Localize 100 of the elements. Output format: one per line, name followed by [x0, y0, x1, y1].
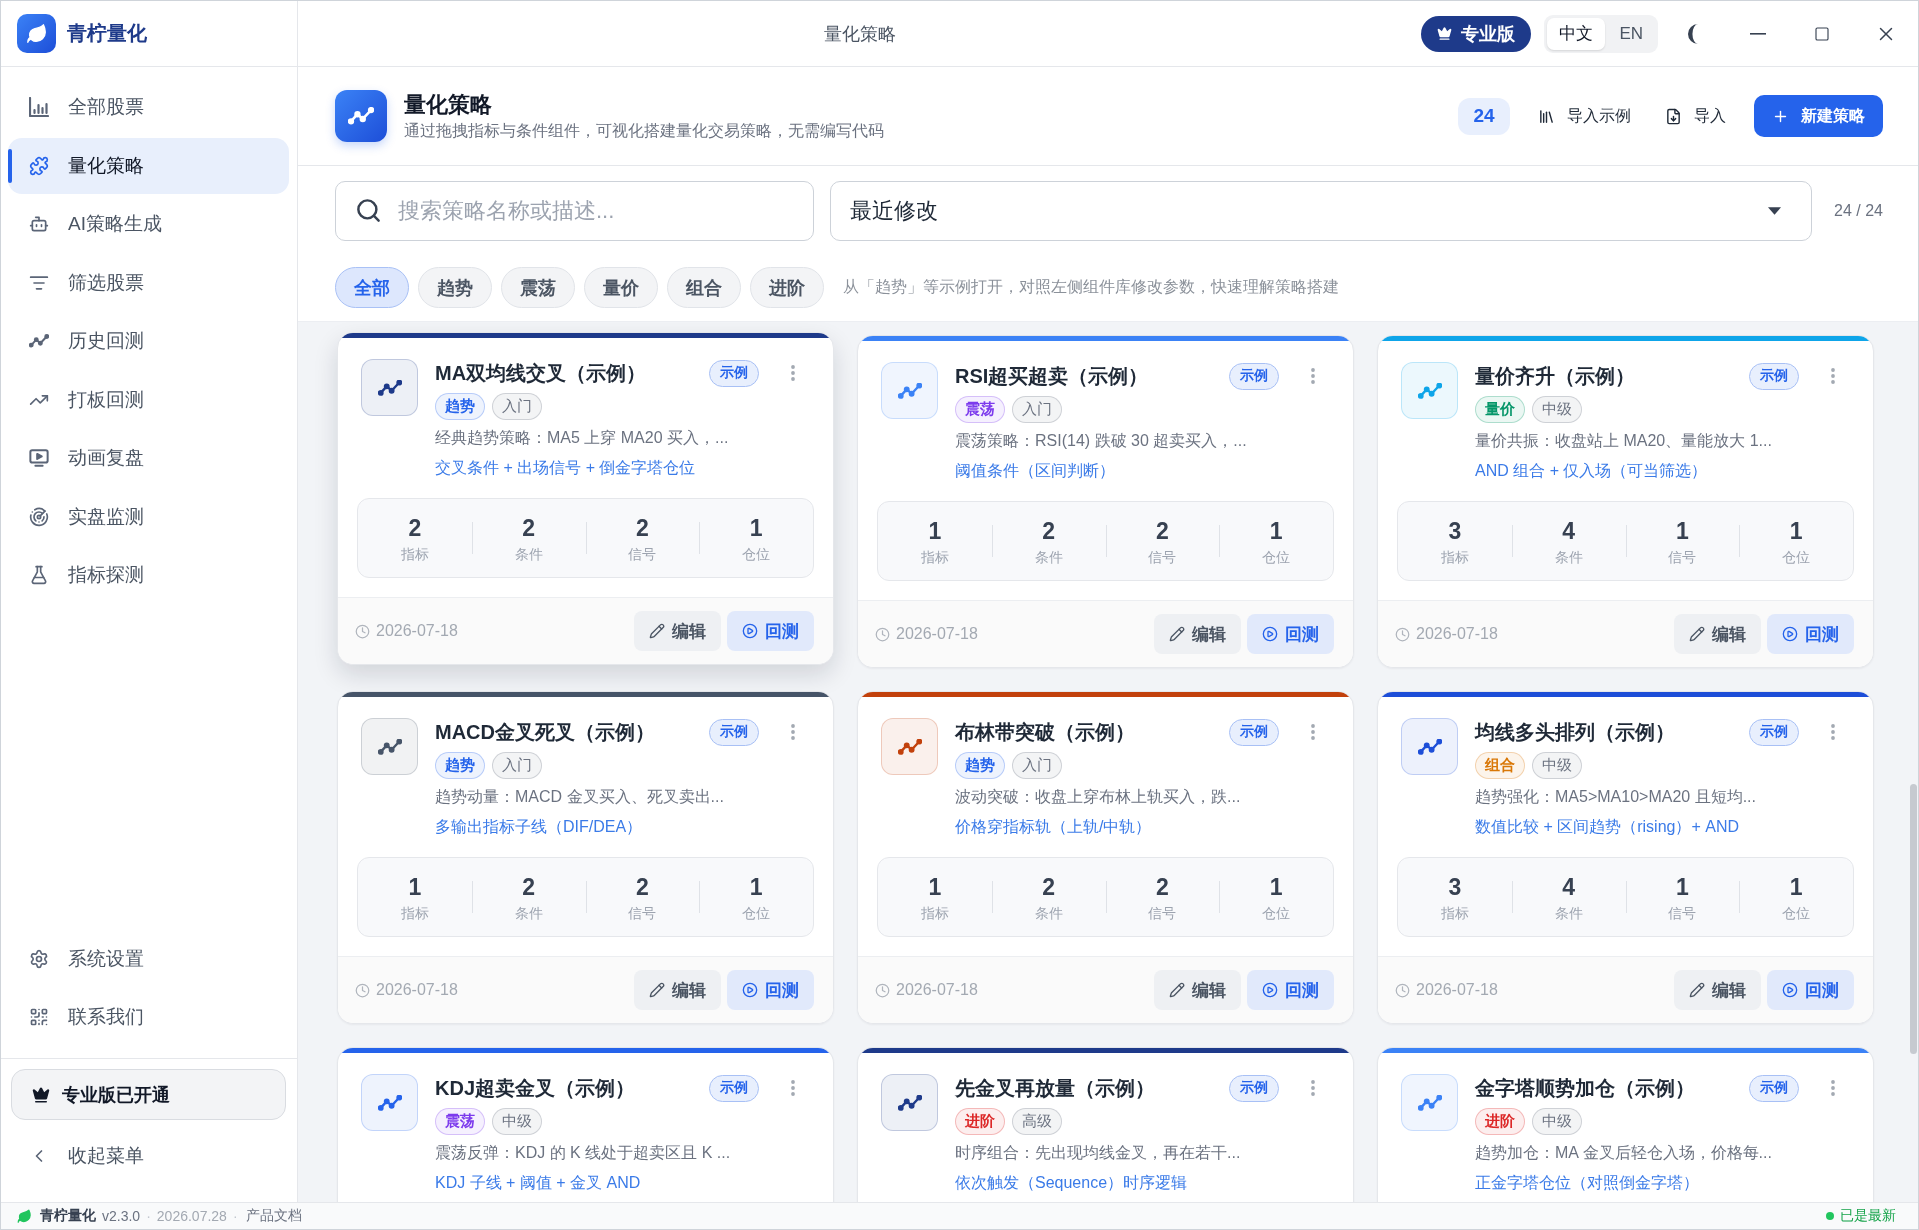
- stat-label: 仓位: [1782, 547, 1811, 566]
- strategy-title: KDJ超卖金叉（示例）: [435, 1075, 635, 1101]
- filter-chip[interactable]: 全部: [335, 267, 409, 308]
- edit-button[interactable]: 编辑: [1674, 970, 1761, 1010]
- clock-icon: [1395, 982, 1410, 998]
- window-title: 量化策略: [823, 22, 896, 46]
- category-tag: 进阶: [1475, 1108, 1525, 1135]
- vertical-dots-icon: [1831, 368, 1835, 384]
- backtest-button[interactable]: 回测: [727, 970, 814, 1010]
- import-examples-button[interactable]: 导入示例: [1532, 96, 1637, 136]
- search-field[interactable]: 搜索策略名称或描述...: [335, 181, 814, 241]
- filter-chip[interactable]: 震荡: [501, 267, 575, 308]
- backtest-button[interactable]: 回测: [1767, 970, 1854, 1010]
- stat-value: 2: [1155, 516, 1169, 545]
- settings-icon: [29, 949, 49, 969]
- strategy-card[interactable]: KDJ超卖金叉（示例） 示例 震荡 中级 震荡反弹：KDJ 的 K 线处于超卖区且 K ... KDJ 子线 + 阈值 + 金叉 AND: [337, 1047, 834, 1202]
- search-icon: [355, 197, 382, 224]
- updated-date: 2026-07-18: [896, 625, 978, 643]
- strategy-card[interactable]: 布林带突破（示例） 示例 趋势 入门 波动突破：收盘上穿布林上轨买入，跌... 价格穿指标轨（上轨/中轨） 1 指标 2 条件 2 信号 1 仓位 2026-07-18 编辑 回测: [857, 691, 1354, 1024]
- sidebar-item[interactable]: 系统设置: [8, 931, 289, 987]
- edit-button[interactable]: 编辑: [634, 611, 721, 651]
- stat-label: 条件: [1034, 903, 1063, 922]
- sidebar-item[interactable]: AI策略生成: [8, 196, 289, 252]
- category-tag: 震荡: [435, 1108, 485, 1135]
- sidebar-item[interactable]: 历史回测: [8, 313, 289, 369]
- filter-chip[interactable]: 趋势: [418, 267, 492, 308]
- play-circle-icon: [1262, 982, 1278, 998]
- stat-label: 条件: [514, 544, 543, 563]
- level-tag: 入门: [1012, 752, 1062, 779]
- stat-label: 信号: [1668, 903, 1697, 922]
- stat-value: 2: [1042, 872, 1055, 901]
- sidebar-item[interactable]: 实盘监测: [8, 488, 289, 545]
- strategy-title: 均线多头排列（示例）: [1475, 719, 1675, 745]
- leaf-logo-icon: [17, 14, 56, 53]
- backtest-button[interactable]: 回测: [727, 611, 814, 651]
- strategy-card[interactable]: 量价齐升（示例） 示例 量价 中级 量价共振：收盘站上 MA20、量能放大 1... AND 组合 + 仅入场（可当筛选） 3 指标 4 条件 1 信号 1 仓位 2026-07-18 编辑 回测: [1377, 335, 1874, 668]
- sidebar-item[interactable]: 全部股票: [8, 79, 289, 135]
- backtest-button[interactable]: 回测: [1247, 614, 1334, 654]
- edit-button[interactable]: 编辑: [634, 970, 721, 1010]
- moon-icon: [1688, 23, 1698, 44]
- sidebar-item[interactable]: 筛选股票: [8, 254, 289, 311]
- strategy-description: 震荡策略：RSI(14) 跌破 30 超卖买入，...: [955, 431, 1247, 451]
- pro-plan-button[interactable]: 专业版: [1421, 15, 1532, 52]
- strategy-card[interactable]: MACD金叉死叉（示例） 示例 趋势 入门 趋势动量：MACD 金叉买入、死叉卖出... 多输出指标子线（DIF/DEA） 1 指标 2 条件 2 信号 1 仓位 2026-07-18 编辑 回测: [337, 691, 834, 1024]
- language-option[interactable]: 中文: [1547, 17, 1606, 50]
- sidebar-item[interactable]: 打板回测: [8, 371, 289, 428]
- stat-value: 1: [1789, 516, 1803, 545]
- example-badge: 示例: [709, 1074, 759, 1102]
- component-summary: 交叉条件 + 出场信号 + 倒金字塔仓位: [435, 458, 696, 478]
- strategy-card[interactable]: 均线多头排列（示例） 示例 组合 中级 趋势强化：MA5>MA10>MA20 且短均... 数值比较 + 区间趋势（rising）+ AND 3 指标 4 条件 1 信号 1 仓位 2026-07-18 编辑 回测: [1377, 691, 1874, 1024]
- edit-button[interactable]: 编辑: [1154, 970, 1241, 1010]
- collapse-menu-button[interactable]: 收起菜单: [8, 1132, 289, 1180]
- stat-label: 指标: [1440, 903, 1469, 922]
- example-badge: 示例: [1229, 362, 1279, 390]
- stat-label: 指标: [400, 903, 429, 922]
- separator-dot: ·: [232, 1208, 238, 1224]
- pencil-icon: [1689, 626, 1705, 642]
- scrollbar-thumb[interactable]: [1910, 784, 1917, 1054]
- strategy-card[interactable]: MA双均线交叉（示例） 示例 趋势 入门 经典趋势策略：MA5 上穿 MA20 买入，... 交叉条件 + 出场信号 + 倒金字塔仓位 2 指标 2 条件 2 信号 1 仓位 2026-07-18 编辑 回测: [337, 332, 834, 665]
- pro-status-button[interactable]: 专业版已开通: [11, 1069, 286, 1120]
- sidebar-item[interactable]: 动画复盘: [8, 430, 289, 486]
- sidebar-item[interactable]: 指标探测: [8, 547, 289, 603]
- filter-chip[interactable]: 组合: [667, 267, 741, 308]
- edit-button[interactable]: 编辑: [1154, 614, 1241, 654]
- strategy-card[interactable]: 金字塔顺势加仓（示例） 示例 进阶 中级 趋势加仓：MA 金叉后轻仓入场，价格每... 正金字塔仓位（对照倒金字塔）: [1377, 1047, 1874, 1202]
- component-summary: 阈值条件（区间判断）: [955, 461, 1115, 481]
- strategy-description: 趋势加仓：MA 金叉后轻仓入场，价格每...: [1475, 1143, 1772, 1163]
- docs-link[interactable]: 产品文档: [245, 1207, 302, 1225]
- edit-button[interactable]: 编辑: [1674, 614, 1761, 654]
- sidebar-item[interactable]: 量化策略: [8, 137, 289, 194]
- strategy-description: 趋势强化：MA5>MA10>MA20 且短均...: [1475, 787, 1756, 807]
- sidebar-item[interactable]: 联系我们: [8, 989, 289, 1045]
- sort-select[interactable]: 最近修改: [830, 181, 1813, 241]
- strategy-card[interactable]: 先金叉再放量（示例） 示例 进阶 高级 时序组合：先出现均线金叉，再在若干... 依次触发（Sequence）时序逻辑: [857, 1047, 1354, 1202]
- minimize-icon: [1750, 32, 1766, 35]
- example-badge: 示例: [1749, 1074, 1799, 1102]
- bar-chart-icon: [29, 97, 49, 117]
- crown-icon: [1437, 26, 1453, 41]
- play-circle-icon: [742, 982, 758, 998]
- new-strategy-button[interactable]: 新建策略: [1754, 95, 1883, 137]
- backtest-button[interactable]: 回测: [1247, 970, 1334, 1010]
- filter-chip[interactable]: 进阶: [750, 267, 824, 308]
- status-dot-icon: [1826, 1212, 1834, 1220]
- pencil-icon: [649, 982, 665, 998]
- version-label: v2.3.0: [102, 1208, 141, 1224]
- stat-label: 条件: [514, 903, 543, 922]
- stat-value: 1: [1269, 872, 1283, 901]
- backtest-button[interactable]: 回测: [1767, 614, 1854, 654]
- example-badge: 示例: [1229, 718, 1279, 746]
- vertical-dots-icon: [791, 365, 795, 381]
- import-button[interactable]: 导入: [1659, 96, 1732, 136]
- stat-value: 3: [1448, 872, 1462, 901]
- monitor-play-icon: [29, 448, 49, 468]
- strategy-card[interactable]: RSI超买超卖（示例） 示例 震荡 入门 震荡策略：RSI(14) 跌破 30 超卖买入，... 阈值条件（区间判断） 1 指标 2 条件 2 信号 1 仓位 2026-07-18 编辑 回测: [857, 335, 1354, 668]
- play-circle-icon: [1782, 982, 1798, 998]
- active-indicator: [8, 148, 12, 183]
- stat-label: 指标: [920, 547, 949, 566]
- pencil-icon: [1169, 626, 1185, 642]
- filter-chip[interactable]: 量价: [584, 267, 658, 308]
- language-option[interactable]: EN: [1607, 17, 1655, 50]
